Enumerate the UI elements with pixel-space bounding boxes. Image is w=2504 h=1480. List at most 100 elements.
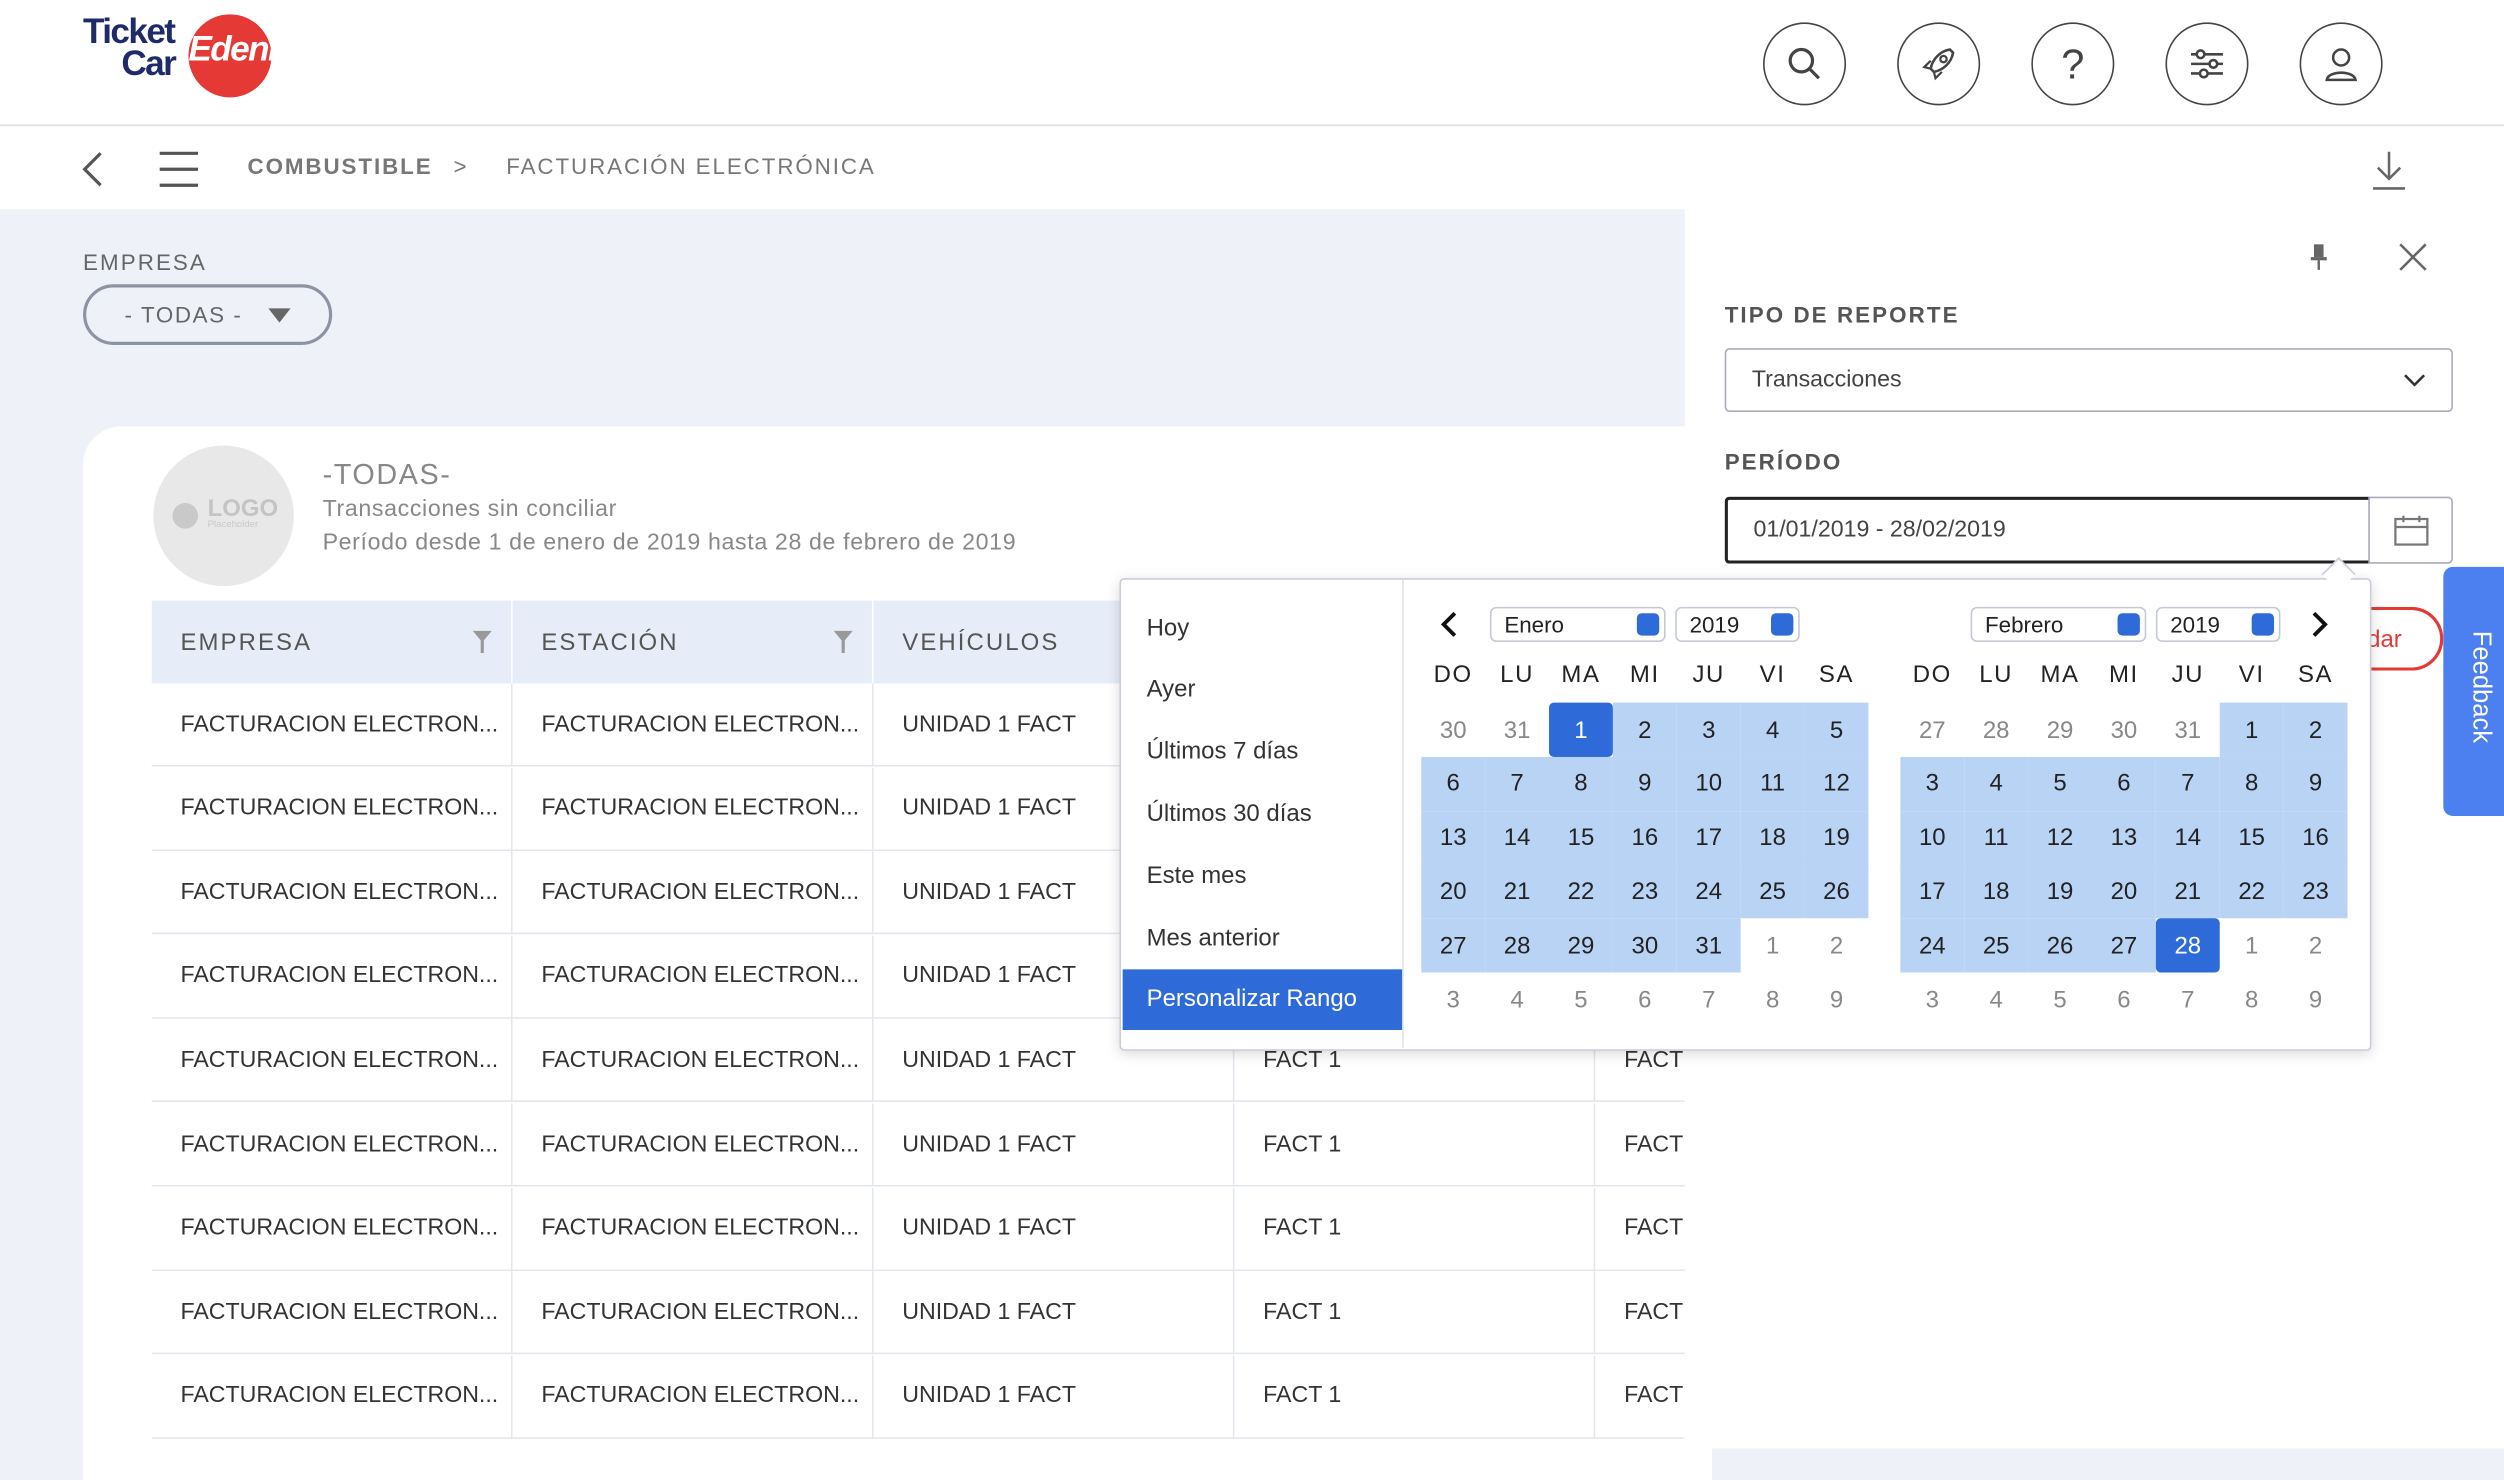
calendar-day[interactable]: 17 — [1900, 864, 1965, 919]
breadcrumb-combustible[interactable]: COMBUSTIBLE — [248, 153, 433, 179]
calendar-day[interactable]: 19 — [2028, 864, 2092, 919]
calendar-day[interactable]: 21 — [1485, 864, 1550, 919]
calendar-day[interactable]: 25 — [1740, 864, 1805, 919]
calendar-day[interactable]: 13 — [2091, 810, 2156, 865]
calendar-button[interactable] — [2368, 496, 2453, 564]
calendar-day[interactable]: 12 — [1804, 756, 1869, 811]
calendar-day[interactable]: 30 — [1612, 918, 1677, 973]
calendar-day[interactable]: 18 — [1964, 864, 2029, 919]
calendar-day[interactable]: 27 — [2091, 918, 2156, 973]
calendar-day[interactable]: 6 — [1613, 973, 1677, 1027]
range-option[interactable]: Ayer — [1123, 659, 1402, 720]
calendar-day[interactable]: 20 — [2091, 864, 2156, 919]
calendar-day[interactable]: 10 — [1900, 810, 1965, 865]
calendar-day[interactable]: 7 — [1677, 973, 1741, 1027]
back-button[interactable] — [80, 150, 106, 196]
prev-month-button[interactable] — [1437, 610, 1459, 647]
right-year-select[interactable]: 2019 — [2155, 606, 2281, 642]
download-button[interactable] — [2371, 150, 2406, 200]
calendar-day[interactable]: 26 — [2028, 918, 2092, 973]
calendar-day[interactable]: 5 — [1804, 702, 1869, 757]
calendar-day[interactable]: 9 — [1805, 973, 1869, 1027]
calendar-day[interactable]: 5 — [1549, 973, 1613, 1027]
rocket-button[interactable] — [1897, 22, 1981, 106]
calendar-day[interactable]: 10 — [1676, 756, 1741, 811]
menu-button[interactable] — [158, 150, 200, 196]
report-type-select[interactable]: Transacciones — [1724, 348, 2453, 413]
calendar-day[interactable]: 2 — [2283, 702, 2348, 757]
calendar-day[interactable]: 2 — [2284, 919, 2348, 973]
calendar-day[interactable]: 23 — [1612, 864, 1677, 919]
calendar-day[interactable]: 3 — [1900, 973, 1964, 1027]
calendar-day[interactable]: 26 — [1804, 864, 1869, 919]
brand-logo[interactable]: Ticket Car — [83, 14, 177, 81]
calendar-day[interactable]: 4 — [1740, 702, 1805, 757]
range-option[interactable]: Mes anterior — [1123, 907, 1402, 968]
calendar-day[interactable]: 20 — [1421, 864, 1486, 919]
calendar-day[interactable]: 16 — [1612, 810, 1677, 865]
range-option[interactable]: Este mes — [1123, 845, 1402, 906]
calendar-day[interactable]: 8 — [2220, 973, 2284, 1027]
calendar-day[interactable]: 14 — [2155, 810, 2220, 865]
range-option[interactable]: Últimos 7 días — [1123, 721, 1402, 782]
calendar-day[interactable]: 28 — [1964, 703, 2028, 757]
filters-button[interactable] — [2165, 22, 2249, 106]
calendar-day[interactable]: 2 — [1805, 919, 1869, 973]
calendar-day[interactable]: 7 — [2155, 756, 2220, 811]
empresa-select[interactable]: - TODAS - — [83, 284, 333, 345]
calendar-day[interactable]: 22 — [1549, 864, 1613, 919]
calendar-day[interactable]: 4 — [1485, 973, 1549, 1027]
calendar-day[interactable]: 4 — [1964, 756, 2029, 811]
range-option[interactable]: Personalizar Rango — [1122, 969, 1403, 1030]
calendar-day[interactable]: 3 — [1676, 702, 1741, 757]
calendar-day[interactable]: 6 — [2091, 756, 2156, 811]
calendar-day[interactable]: 24 — [1676, 864, 1741, 919]
calendar-day[interactable]: 1 — [2219, 702, 2284, 757]
calendar-day[interactable]: 6 — [2092, 973, 2156, 1027]
calendar-day[interactable]: 11 — [1964, 810, 2029, 865]
search-button[interactable] — [1763, 22, 1847, 106]
calendar-day[interactable]: 15 — [2219, 810, 2284, 865]
calendar-day[interactable]: 7 — [1485, 756, 1550, 811]
calendar-day[interactable]: 3 — [1900, 756, 1965, 811]
next-month-button[interactable] — [2309, 610, 2331, 647]
calendar-day[interactable]: 15 — [1549, 810, 1613, 865]
calendar-day[interactable]: 9 — [2284, 973, 2348, 1027]
left-month-select[interactable]: Enero — [1489, 606, 1666, 642]
calendar-day[interactable]: 22 — [2219, 864, 2284, 919]
calendar-day[interactable]: 7 — [2156, 973, 2220, 1027]
calendar-day[interactable]: 1 — [2220, 919, 2284, 973]
calendar-day[interactable]: 31 — [2156, 703, 2220, 757]
calendar-day[interactable]: 12 — [2028, 810, 2092, 865]
calendar-day[interactable]: 1 — [1741, 919, 1805, 973]
pin-button[interactable] — [2308, 243, 2330, 280]
calendar-day[interactable]: 31 — [1485, 703, 1549, 757]
calendar-day[interactable]: 29 — [2028, 703, 2092, 757]
help-button[interactable]: ? — [2031, 22, 2115, 106]
calendar-day[interactable]: 28 — [1485, 918, 1550, 973]
calendar-day[interactable]: 4 — [1964, 973, 2028, 1027]
calendar-day[interactable]: 11 — [1740, 756, 1805, 811]
calendar-day[interactable]: 2 — [1612, 702, 1677, 757]
calendar-day[interactable]: 8 — [2219, 756, 2284, 811]
calendar-day[interactable]: 23 — [2283, 864, 2348, 919]
calendar-day[interactable]: 17 — [1676, 810, 1741, 865]
feedback-tab[interactable]: Feedback — [2443, 566, 2504, 817]
calendar-day[interactable]: 29 — [1549, 918, 1613, 973]
calendar-day[interactable]: 30 — [2092, 703, 2156, 757]
range-option[interactable]: Últimos 30 días — [1123, 783, 1402, 844]
calendar-day[interactable]: 14 — [1485, 810, 1550, 865]
calendar-day[interactable]: 28 — [2155, 918, 2220, 973]
calendar-day[interactable]: 21 — [2155, 864, 2220, 919]
calendar-day[interactable]: 3 — [1421, 973, 1485, 1027]
calendar-day[interactable]: 8 — [1741, 973, 1805, 1027]
calendar-day[interactable]: 24 — [1900, 918, 1965, 973]
calendar-day[interactable]: 25 — [1964, 918, 2029, 973]
range-option[interactable]: Hoy — [1123, 597, 1402, 658]
close-panel-button[interactable] — [2397, 241, 2429, 281]
calendar-day[interactable]: 16 — [2283, 810, 2348, 865]
calendar-day[interactable]: 27 — [1421, 918, 1486, 973]
calendar-day[interactable]: 18 — [1740, 810, 1805, 865]
calendar-day[interactable]: 5 — [2028, 756, 2092, 811]
right-month-select[interactable]: Febrero — [1970, 606, 2147, 642]
